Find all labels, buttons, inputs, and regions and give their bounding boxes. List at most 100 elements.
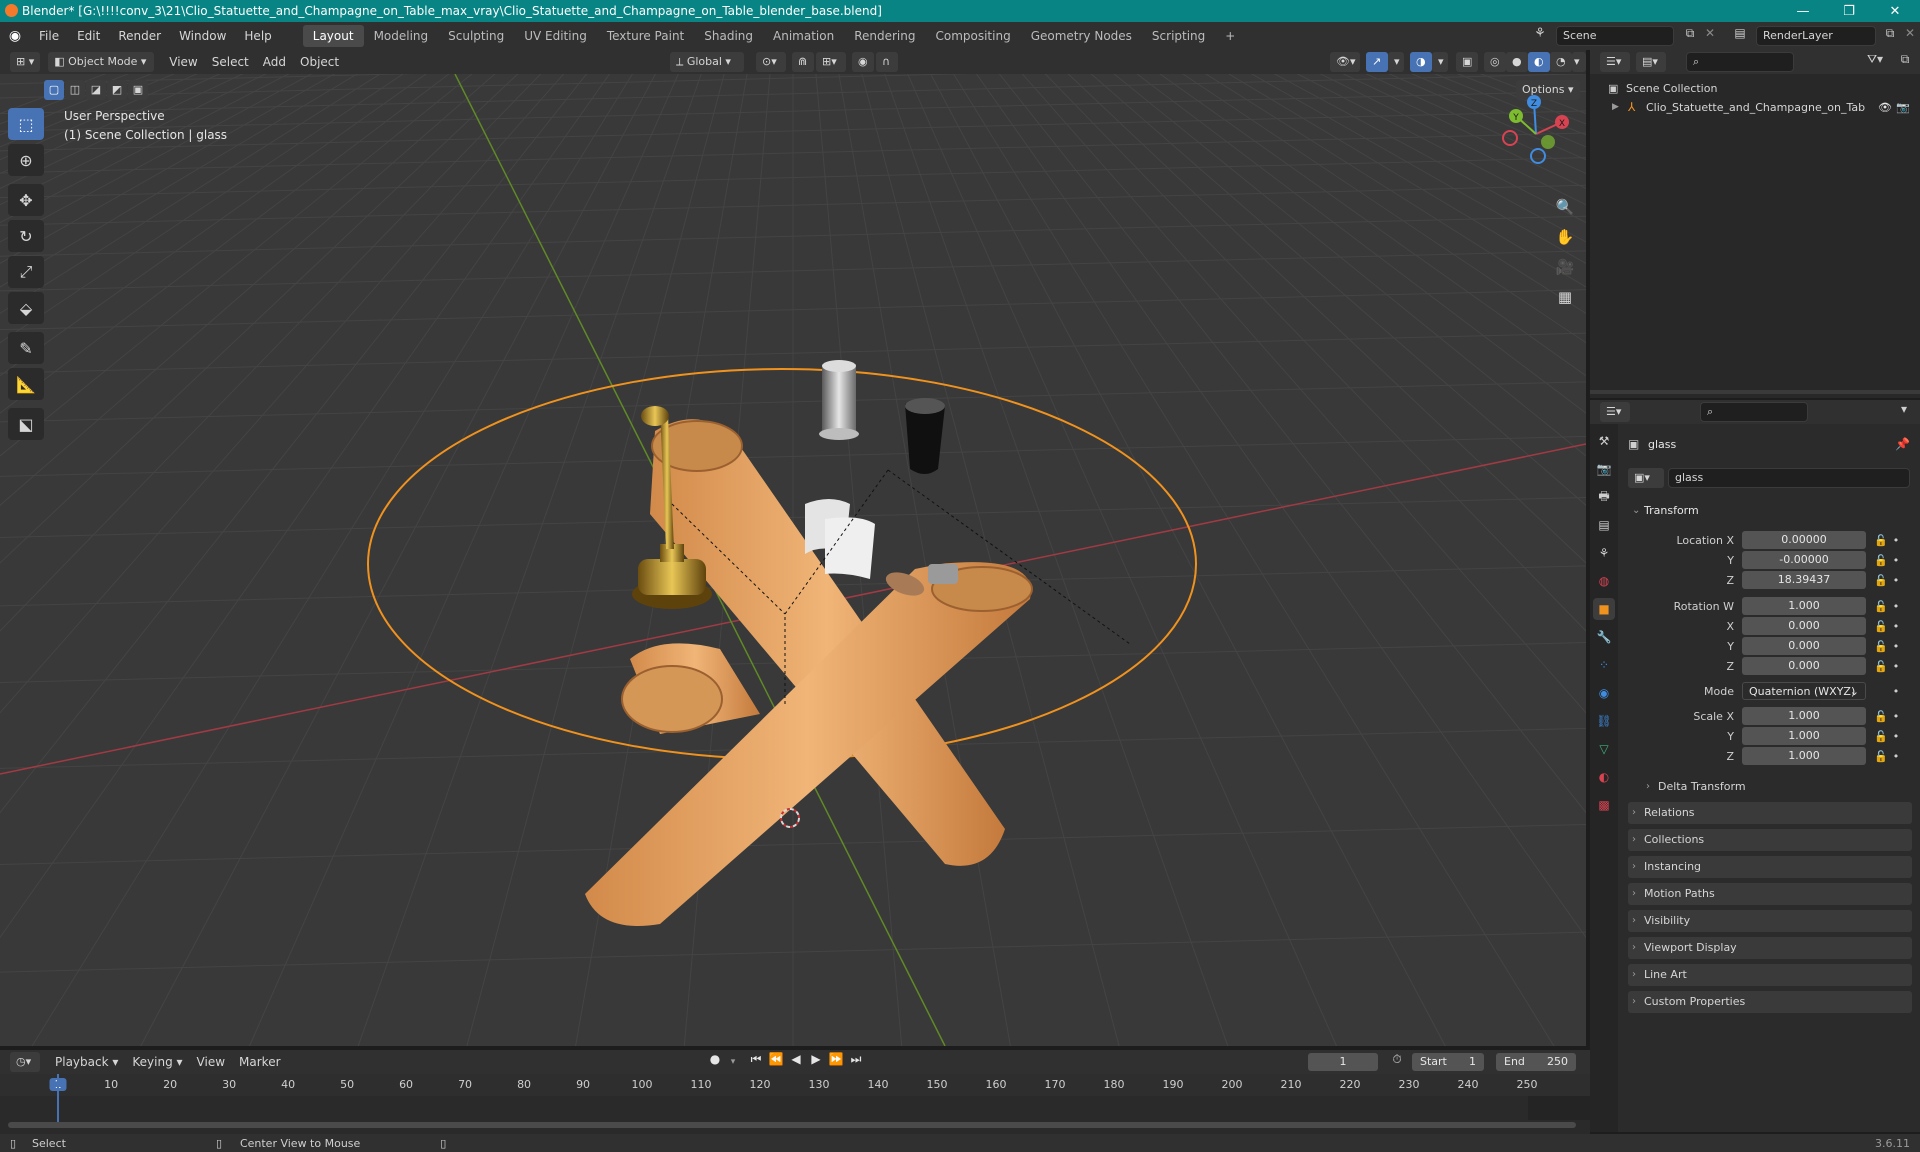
timeline-area[interactable]: 1102030405060708090100110120130140150160… [0,1074,1590,1134]
particles-tab-icon[interactable]: ⁘ [1593,654,1615,676]
keyframe-dot-icon[interactable]: • [1890,554,1902,567]
pan-hand-icon[interactable]: ✋ [1552,224,1578,250]
material-shading-icon[interactable]: ◐ [1528,52,1550,72]
lock-icon[interactable]: 🔓 [1872,620,1890,633]
rotation-x-field[interactable]: 0.000 [1742,617,1866,635]
editor-type-icon[interactable]: ⊞ ▾ [10,52,41,72]
viewport-menu-object[interactable]: Object [293,52,346,72]
tab-layout[interactable]: Layout [302,25,364,47]
physics-tab-icon[interactable]: ◉ [1593,682,1615,704]
object-tab-icon[interactable]: ■ [1593,598,1615,620]
play-icon[interactable]: ▶ [806,1052,826,1072]
lock-icon[interactable]: 🔓 [1872,574,1890,587]
lock-icon[interactable]: 🔓 [1872,554,1890,567]
snap-toggle-icon[interactable]: ⋒ [792,52,814,72]
scale-z-field[interactable]: 1.000 [1742,747,1866,765]
output-tab-icon[interactable]: 🖶 [1593,486,1615,508]
tab-modeling[interactable]: Modeling [364,25,439,47]
menu-window[interactable]: Window [170,25,235,47]
tab-geometry-nodes[interactable]: Geometry Nodes [1021,25,1142,47]
timeline-editor-type-icon[interactable]: ◷▾ [10,1052,40,1072]
panel-custom-properties[interactable]: › Custom Properties [1628,991,1912,1013]
chrome-cap[interactable] [819,360,859,440]
tool-tab-icon[interactable]: ⚒ [1593,430,1615,452]
timeline-menu-playback[interactable]: Playback ▾ [48,1052,125,1072]
delta-transform-subpanel[interactable]: › Delta Transform [1642,776,1912,798]
transform-tool-icon[interactable]: ⬙ [8,292,44,324]
ortho-toggle-icon[interactable]: ▦ [1552,284,1578,310]
visibility-selector-icon[interactable]: 👁▾ [1330,52,1360,72]
prev-keyframe-icon[interactable]: ⏪ [766,1052,786,1072]
location-x-field[interactable]: 0.00000 [1742,531,1866,549]
move-tool-icon[interactable]: ✥ [8,184,44,216]
outliner-search-input[interactable]: ⌕ [1686,52,1794,72]
select-box-tool-icon[interactable]: ⬚ [8,108,44,140]
rotation-w-field[interactable]: 1.000 [1742,597,1866,615]
outliner-editor-type-icon[interactable]: ☰▾ [1600,52,1630,72]
scale-y-field[interactable]: 1.000 [1742,727,1866,745]
object-name-field[interactable]: glass [1668,468,1910,488]
menu-help[interactable]: Help [235,25,280,47]
camera-view-icon[interactable]: 🎥 [1552,254,1578,280]
cursor-tool-icon[interactable]: ⊕ [8,144,44,176]
constraints-tab-icon[interactable]: ⛓ [1593,710,1615,732]
start-frame-field[interactable]: Start 1 [1412,1053,1484,1071]
mode-selector[interactable]: ◧ Object Mode ▾ [48,52,155,72]
minimize-button[interactable]: — [1780,0,1826,22]
wireframe-shading-icon[interactable]: ◎ [1484,52,1506,72]
delete-view-layer-icon[interactable]: ✕ [1900,26,1920,46]
timeline-scrollbar[interactable] [8,1122,1576,1128]
lock-icon[interactable]: 🔓 [1872,710,1890,723]
lock-icon[interactable]: 🔓 [1872,660,1890,673]
keyframe-dot-icon[interactable]: • [1890,620,1902,633]
keyframe-dot-icon[interactable]: • [1890,730,1902,743]
lock-icon[interactable]: 🔓 [1872,534,1890,547]
delete-scene-icon[interactable]: ✕ [1700,26,1720,46]
keyframe-dot-icon[interactable]: • [1890,534,1902,547]
camera-render-icon[interactable]: 📷 [1894,101,1912,114]
shading-dropdown-icon[interactable]: ▾ [1572,52,1586,72]
end-frame-field[interactable]: End 250 [1496,1053,1576,1071]
add-cube-tool-icon[interactable]: ⬕ [8,408,44,440]
snap-target-icon[interactable]: ⊞▾ [816,52,846,72]
properties-search-input[interactable]: ⌕ [1700,402,1808,422]
outliner-filter-icon[interactable]: ⛛▾ [1860,52,1890,72]
pivot-point-icon[interactable]: ⊙▾ [756,52,786,72]
location-z-field[interactable]: 18.39437 [1742,571,1866,589]
add-workspace-button[interactable]: + [1215,25,1245,47]
falloff-icon[interactable]: ∩ [876,52,898,72]
properties-editor-type-icon[interactable]: ☰▾ [1600,402,1630,422]
gizmo-dropdown-icon[interactable]: ▾ [1388,52,1404,72]
tab-rendering[interactable]: Rendering [844,25,925,47]
tab-animation[interactable]: Animation [763,25,844,47]
panel-line-art[interactable]: › Line Art [1628,964,1912,986]
scene-icon[interactable]: ⚘ [1526,26,1554,46]
gizmo-toggle-icon[interactable]: ↗ [1366,52,1388,72]
world-tab-icon[interactable]: ◍ [1593,570,1615,592]
outliner-scrollbar[interactable] [1590,390,1920,394]
modifier-tab-icon[interactable]: 🔧 [1593,626,1615,648]
keyframe-dot-icon[interactable]: • [1890,660,1902,673]
bamboo-log-left[interactable] [621,643,760,734]
lock-icon[interactable]: 🔓 [1872,730,1890,743]
outliner-row-object[interactable]: ▶ ⅄ Clio_Statuette_and_Champagne_on_Tab … [1612,98,1918,116]
eye-visibility-icon[interactable]: 👁 [1876,101,1894,114]
scale-tool-icon[interactable]: ⤢ [8,256,44,288]
menu-edit[interactable]: Edit [68,25,109,47]
rotation-z-field[interactable]: 0.000 [1742,657,1866,675]
zoom-icon[interactable]: 🔍 [1552,194,1578,220]
stopwatch-icon[interactable]: ⏱ [1386,1052,1408,1072]
navigation-gizmo[interactable]: X Z Y [1496,94,1576,174]
new-view-layer-icon[interactable]: ⧉ [1880,26,1900,46]
annotate-tool-icon[interactable]: ✎ [8,332,44,364]
current-frame-field[interactable]: 1 [1308,1053,1378,1071]
timeline-menu-view[interactable]: View [190,1052,232,1072]
viewport-canvas[interactable] [0,74,1586,1046]
panel-viewport-display[interactable]: › Viewport Display [1628,937,1912,959]
tab-shading[interactable]: Shading [694,25,763,47]
scene-tab-icon[interactable]: ⚘ [1593,542,1615,564]
overlay-toggle-icon[interactable]: ◑ [1410,52,1432,72]
panel-visibility[interactable]: › Visibility [1628,910,1912,932]
tab-compositing[interactable]: Compositing [925,25,1020,47]
record-dropdown-icon[interactable]: ▾ [726,1052,740,1072]
